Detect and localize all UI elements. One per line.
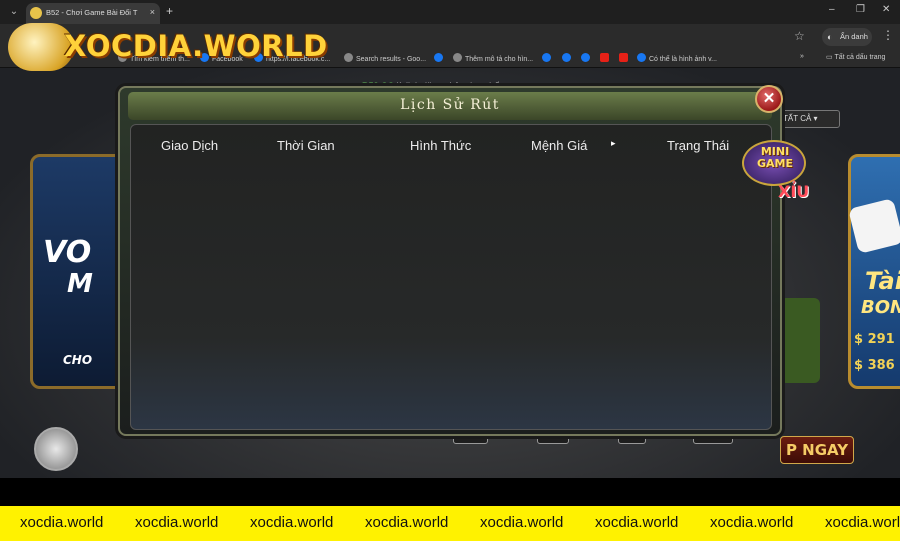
watermark-banner: xocdia.world xocdia.world xocdia.world x… — [0, 506, 900, 541]
bookmark-item[interactable]: Search results - Goo... — [344, 53, 426, 63]
watermark-text: xocdia.world — [20, 514, 104, 531]
bookmark-item[interactable] — [619, 53, 631, 63]
column-header: Giao Dịch — [161, 138, 219, 153]
incognito-icon: ◐ — [827, 32, 833, 42]
bookmark-item[interactable] — [600, 53, 612, 63]
right-card-subtitle: BON — [861, 297, 900, 318]
all-bookmarks[interactable]: ▭ Tất cả dấu trang — [826, 53, 885, 61]
tab-close-icon[interactable]: × — [150, 7, 155, 17]
game-card-right[interactable]: Tài BON — [848, 154, 900, 389]
tab-title: B52 - Chơi Game Bài Đổi Th... — [46, 8, 138, 17]
facebook-icon — [562, 53, 571, 62]
jackpot-amount: $ 291 — [854, 332, 895, 347]
mouse-cursor-icon: ▸ — [611, 138, 616, 148]
caret-down-icon: ▾ — [813, 114, 818, 123]
right-card-title: Tài — [865, 267, 900, 295]
bookmark-item[interactable] — [581, 53, 593, 63]
facebook-icon — [434, 53, 443, 62]
bookmark-item[interactable]: Thêm mô tả cho hìn... — [453, 53, 533, 63]
dice-icon — [848, 198, 900, 254]
black-band — [0, 478, 900, 506]
youtube-icon — [619, 53, 628, 62]
modal-title: Lịch Sử Rút — [400, 97, 500, 113]
bookmark-item[interactable] — [434, 53, 446, 63]
minigame-label: MINI GAME — [756, 145, 793, 170]
watermark-text: xocdia.world — [365, 514, 449, 531]
left-card-subtitle: M — [67, 269, 93, 299]
incognito-badge[interactable]: ◐ Ẩn danh — [822, 28, 872, 46]
facebook-icon — [637, 53, 646, 62]
bookmark-item[interactable]: Có thể là hình ảnh v... — [637, 53, 717, 63]
restore-button[interactable]: ❐ — [856, 4, 865, 15]
history-table: Giao Dịch Thời Gian Hình Thức Mệnh Giá T… — [130, 124, 772, 430]
incognito-label: Ẩn danh — [840, 32, 868, 41]
game-card-mid[interactable] — [780, 298, 820, 383]
watermark-text: xocdia.world — [825, 514, 900, 531]
bookmark-item[interactable] — [542, 53, 554, 63]
watermark-text: xocdia.world — [710, 514, 794, 531]
watermark-logo: XOCDIA.WORLD — [8, 23, 327, 73]
jackpot-amount: $ 386 — [854, 358, 895, 373]
column-header: Thời Gian — [277, 138, 335, 153]
left-card-button: CHO — [63, 353, 93, 367]
column-header: Trạng Thái — [667, 138, 730, 153]
xiu-label: XỈU — [778, 182, 810, 201]
watermark-text: xocdia.world — [250, 514, 334, 531]
logo-text: XOCDIA.WORLD — [64, 29, 328, 63]
new-tab-button[interactable]: + — [166, 4, 173, 18]
play-now-button[interactable]: P NGAY — [780, 436, 854, 464]
bookmark-item[interactable] — [562, 53, 574, 63]
close-modal-button[interactable]: ✕ — [755, 85, 783, 113]
tab-search-icon[interactable]: ⌄ — [6, 4, 22, 20]
left-card-title: VO — [43, 235, 92, 270]
withdraw-history-modal: Lịch Sử Rút Giao Dịch Thời Gian Hình Thứ… — [118, 86, 782, 436]
browser-tab[interactable]: B52 - Chơi Game Bài Đổi Th... × — [26, 3, 160, 24]
globe-icon — [453, 53, 462, 62]
column-header: Hình Thức — [410, 138, 472, 153]
facebook-icon — [542, 53, 551, 62]
google-drive-icon — [344, 53, 353, 62]
site-favicon-icon — [30, 7, 42, 19]
watermark-text: xocdia.world — [480, 514, 564, 531]
bookmark-star-icon[interactable]: ☆ — [794, 29, 805, 43]
minimize-button[interactable]: – — [829, 4, 835, 15]
filter-dropdown[interactable]: TẤT CẢ ▾ — [776, 110, 840, 128]
column-header: Mệnh Giá — [531, 138, 588, 153]
facebook-icon — [581, 53, 590, 62]
close-window-button[interactable]: ✕ — [882, 4, 890, 15]
youtube-icon — [600, 53, 609, 62]
game-card-left[interactable]: VO M CHO — [30, 154, 130, 389]
avatar[interactable] — [34, 427, 78, 471]
watermark-text: xocdia.world — [135, 514, 219, 531]
minigame-button[interactable]: MINI GAME XỈU — [742, 140, 820, 205]
browser-menu-icon[interactable]: ⋮ — [882, 28, 894, 42]
browser-tabstrip: ⌄ B52 - Chơi Game Bài Đổi Th... × + – ❐ … — [0, 0, 900, 24]
bookmarks-overflow-icon[interactable]: » — [800, 53, 804, 60]
modal-header: Lịch Sử Rút — [128, 92, 772, 120]
watermark-text: xocdia.world — [595, 514, 679, 531]
